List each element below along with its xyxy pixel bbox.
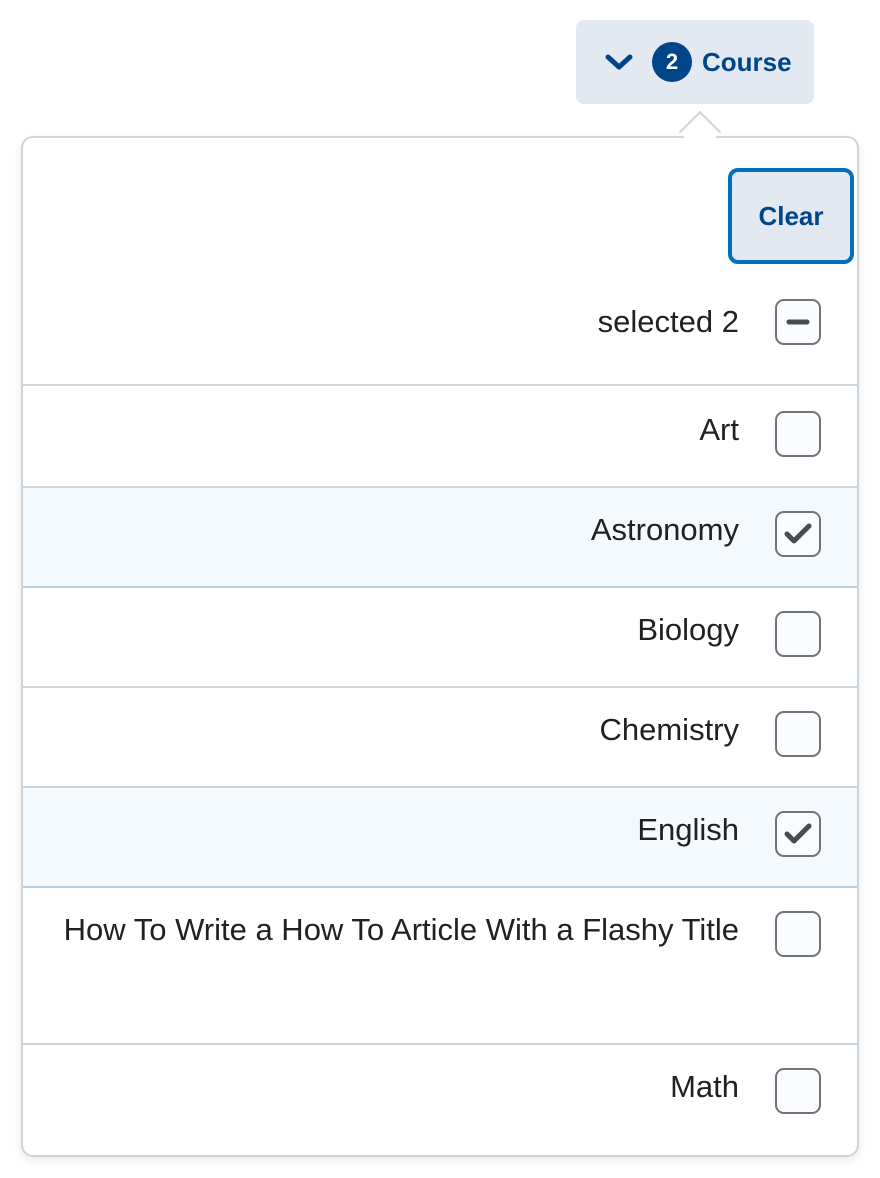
select-all-label: selected 2	[597, 304, 739, 339]
indeterminate-dash-icon	[786, 319, 810, 325]
option-row-english[interactable]: English	[23, 788, 857, 888]
course-filter-opener-button[interactable]: 2 Course	[576, 20, 814, 104]
selected-count-badge: 2	[652, 42, 692, 82]
option-row-chemistry[interactable]: Chemistry	[23, 688, 857, 788]
checkmark-icon	[784, 523, 812, 544]
clear-button[interactable]: Clear	[728, 168, 854, 264]
checkmark-icon	[784, 823, 812, 844]
option-checkbox-how-to-write[interactable]	[775, 911, 821, 957]
chevron-down-icon	[604, 52, 634, 72]
option-label: Math	[670, 1069, 739, 1104]
option-row-math[interactable]: Math	[23, 1045, 857, 1155]
option-label: Chemistry	[599, 712, 739, 747]
filter-dropdown-panel: Clear selected 2 Art Astronomy Biology C…	[21, 136, 859, 1157]
option-label: Astronomy	[590, 512, 739, 547]
option-checkbox-english[interactable]	[775, 811, 821, 857]
option-row-art[interactable]: Art	[23, 388, 857, 488]
option-checkbox-astronomy[interactable]	[775, 511, 821, 557]
select-all-checkbox[interactable]	[775, 299, 821, 345]
option-row-biology[interactable]: Biology	[23, 588, 857, 688]
option-checkbox-art[interactable]	[775, 411, 821, 457]
option-checkbox-chemistry[interactable]	[775, 711, 821, 757]
course-filter: 2 Course Clear selected 2 Art Astronomy	[0, 0, 880, 1178]
option-label: English	[637, 812, 739, 847]
option-label: Biology	[637, 612, 739, 647]
options-list: Art Astronomy Biology Chemistry English …	[23, 388, 857, 1155]
option-row-how-to-write[interactable]: How To Write a How To Article With a Fla…	[23, 888, 857, 1045]
option-checkbox-math[interactable]	[775, 1068, 821, 1114]
option-row-astronomy[interactable]: Astronomy	[23, 488, 857, 588]
filter-label: Course	[702, 46, 792, 77]
option-label: How To Write a How To Article With a Fla…	[63, 912, 739, 947]
select-all-row[interactable]: selected 2	[23, 278, 857, 386]
option-label: Art	[699, 412, 739, 447]
option-checkbox-biology[interactable]	[775, 611, 821, 657]
